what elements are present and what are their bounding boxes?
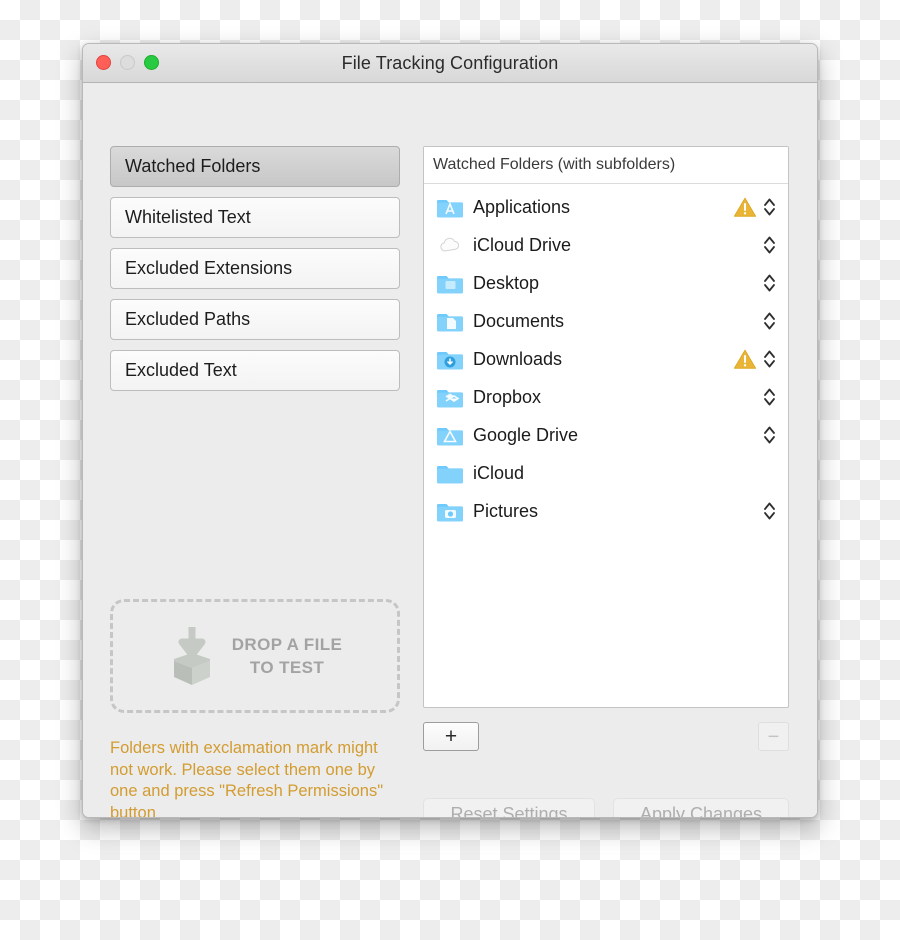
reset-settings-button[interactable]: Reset Settings [423,798,595,817]
subfolder-stepper[interactable] [763,309,776,333]
settings-tab-whitelisted-text[interactable]: Whitelisted Text [110,197,400,238]
watched-folders-header: Watched Folders (with subfolders) [424,147,788,184]
settings-tab-excluded-extensions[interactable]: Excluded Extensions [110,248,400,289]
drop-a-file-zone[interactable]: DROP A FILE TO TEST [110,599,400,713]
drop-zone-line-1: DROP A FILE [231,635,343,654]
settings-tab-label: Watched Folders [125,156,261,176]
folder-downloads-icon [437,346,463,372]
settings-tab-excluded-paths[interactable]: Excluded Paths [110,299,400,340]
folder-name-label: Dropbox [473,386,542,407]
settings-tab-label: Excluded Extensions [125,258,293,278]
settings-tab-excluded-text[interactable]: Excluded Text [110,350,400,391]
apply-changes-button[interactable]: Apply Changes [613,798,789,817]
drop-box-icon [168,625,216,687]
cloud-icon [437,232,463,258]
window-title: File Tracking Configuration [341,52,559,73]
table-row[interactable]: Dropbox [424,378,788,416]
warning-triangle-icon [733,196,757,218]
folder-name-label: Applications [473,196,571,217]
permissions-warning-note: Folders with exclamation mark might not … [110,739,384,818]
table-row[interactable]: Applications [424,188,788,226]
folder-google-drive-icon [437,422,463,448]
settings-tab-label: Excluded Text [125,360,237,380]
subfolder-stepper[interactable] [763,385,776,409]
folder-dropbox-icon [437,384,463,410]
add-folder-button[interactable]: + [423,722,479,751]
table-row[interactable]: Documents [424,302,788,340]
table-row[interactable]: Google Drive [424,416,788,454]
folder-name-label: Desktop [473,272,540,293]
watched-folders-listbox[interactable]: Watched Folders (with subfolders) Applic… [423,146,789,708]
folder-desktop-icon [437,270,463,296]
window-content: Watched Folders Whitelisted Text Excluded … [83,83,817,818]
settings-tab-list: Watched Folders Whitelisted Text Excluded … [110,146,400,401]
folder-plain-icon [437,460,463,486]
watched-folders-rows: Applications iCloud Drive Desktop Documents… [424,184,788,530]
subfolder-stepper[interactable] [763,499,776,523]
subfolder-stepper[interactable] [763,271,776,295]
folder-name-label: Google Drive [473,424,579,445]
close-button[interactable] [96,55,111,70]
subfolder-stepper[interactable] [763,423,776,447]
settings-tab-label: Excluded Paths [125,309,251,329]
drop-zone-text: DROP A FILE TO TEST [232,633,343,679]
settings-tab-label: Whitelisted Text [125,207,251,227]
window-titlebar: File Tracking Configuration [83,44,817,83]
table-row[interactable]: iCloud [424,454,788,492]
settings-tab-watched-folders[interactable]: Watched Folders [110,146,400,187]
table-row[interactable]: Desktop [424,264,788,302]
folder-pictures-icon [437,498,463,524]
folder-documents-icon [437,308,463,334]
minimize-button[interactable] [120,55,135,70]
table-row[interactable]: Pictures [424,492,788,530]
folder-name-label: Pictures [473,500,539,521]
subfolder-stepper[interactable] [763,233,776,257]
folder-name-label: Documents [473,310,565,331]
table-row[interactable]: Downloads [424,340,788,378]
app-window: File Tracking Configuration Watched Fold… [82,43,818,818]
folder-name-label: iCloud Drive [473,234,572,255]
subfolder-stepper[interactable] [763,347,776,371]
warning-triangle-icon [733,348,757,370]
folder-applications-icon [437,194,463,220]
folder-name-label: Downloads [473,348,563,369]
folder-name-label: iCloud [473,462,525,483]
drop-zone-line-2: TO TEST [249,658,325,677]
traffic-lights [96,55,159,70]
zoom-button[interactable] [144,55,159,70]
subfolder-stepper[interactable] [763,195,776,219]
remove-folder-button[interactable]: − [758,722,789,751]
table-row[interactable]: iCloud Drive [424,226,788,264]
